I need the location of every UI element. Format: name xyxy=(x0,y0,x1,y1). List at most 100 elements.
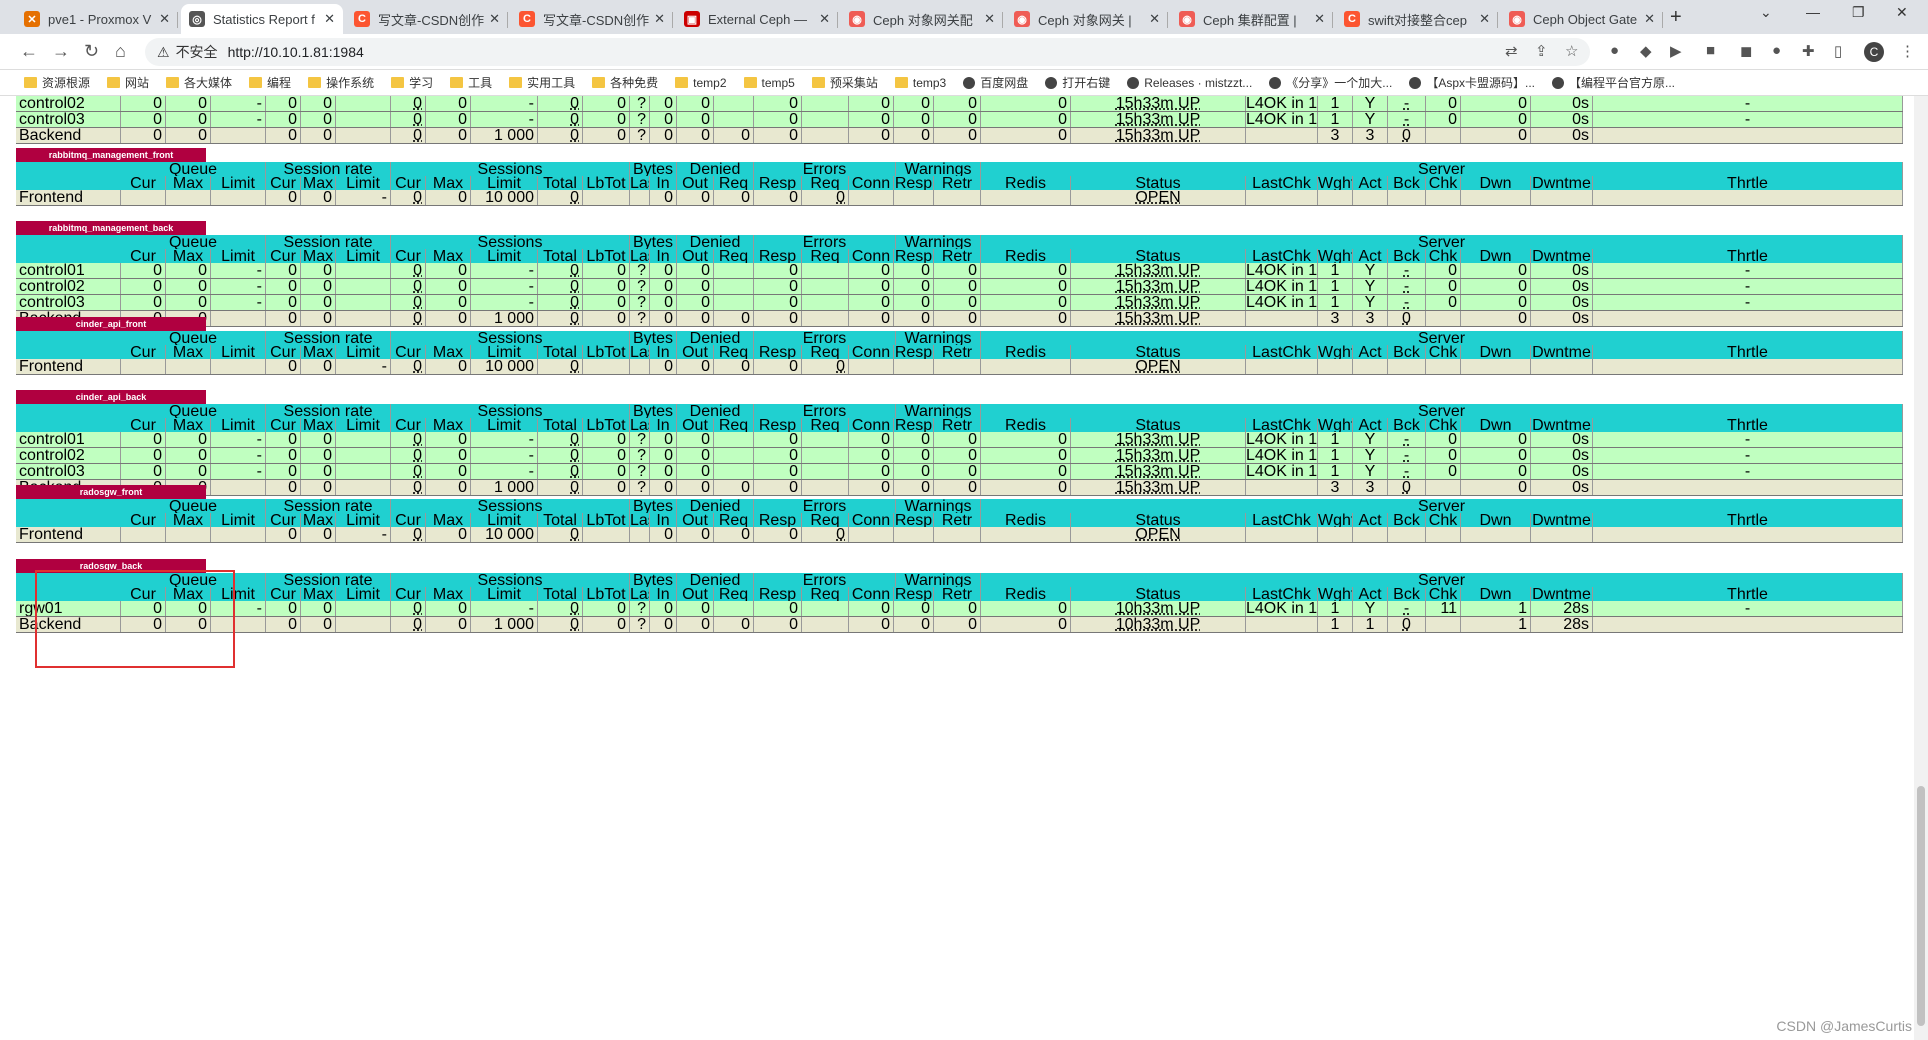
tab-6[interactable]: ◉ Ceph 对象网关 | ✕ xyxy=(1006,4,1168,34)
tab-9[interactable]: ◉ Ceph Object Gate ✕ xyxy=(1501,4,1663,34)
menu-icon[interactable]: ⋮ xyxy=(1900,42,1915,60)
close-icon[interactable]: ✕ xyxy=(324,11,335,27)
table-cell: 15h33m UP xyxy=(1071,279,1246,294)
bookmark-item[interactable]: 网站 xyxy=(107,74,149,91)
bookmark-item[interactable]: Releases · mistzzt... xyxy=(1127,76,1252,90)
table-cell xyxy=(714,464,754,479)
bookmark-item[interactable]: 学习 xyxy=(391,74,433,91)
bookmark-item[interactable]: temp2 xyxy=(675,76,727,90)
tab-5[interactable]: ◉ Ceph 对象网关配 ✕ xyxy=(841,4,1003,34)
extension-icon[interactable]: ◼ xyxy=(1740,42,1752,60)
vertical-scrollbar[interactable] xyxy=(1914,96,1928,1040)
minimize-icon[interactable]: — xyxy=(1806,4,1820,20)
bookmark-item[interactable]: temp5 xyxy=(743,76,795,90)
cookie-icon[interactable]: ● xyxy=(1772,42,1781,59)
bookmark-item[interactable]: 百度网盘 xyxy=(963,74,1028,91)
row-name[interactable]: Frontend xyxy=(16,190,121,205)
close-icon[interactable]: ✕ xyxy=(819,11,830,27)
table-cell xyxy=(583,190,630,205)
share-icon[interactable]: ⇪ xyxy=(1535,42,1548,60)
close-icon[interactable]: ✕ xyxy=(654,11,665,27)
extension-icon[interactable]: ● xyxy=(1610,42,1619,59)
table-row: Backend0000001 00000?0000000015h33m UP33… xyxy=(16,128,1903,144)
row-name[interactable]: control02 xyxy=(16,279,121,294)
table-cell: ? xyxy=(630,96,650,111)
table-cell: 1 xyxy=(1318,617,1353,632)
close-icon[interactable]: ✕ xyxy=(1314,11,1325,27)
sidebar-icon[interactable]: ▯ xyxy=(1834,42,1842,60)
chevron-down-icon[interactable]: ⌄ xyxy=(1760,4,1772,21)
bookmark-item[interactable]: 【Aspx卡盟源码】... xyxy=(1409,74,1535,91)
bookmark-item[interactable]: 资源根源 xyxy=(24,74,90,91)
tab-2[interactable]: C 写文章-CSDN创作 ✕ xyxy=(346,4,508,34)
tab-4[interactable]: ▣ External Ceph — ✕ xyxy=(676,4,838,34)
row-name[interactable]: control01 xyxy=(16,432,121,447)
table-cell: 0 xyxy=(266,432,301,447)
table-cell xyxy=(1388,190,1426,205)
close-icon[interactable]: ✕ xyxy=(489,11,500,27)
close-icon[interactable]: ✕ xyxy=(1149,11,1160,27)
close-icon[interactable]: ✕ xyxy=(1644,11,1655,27)
bookmark-item[interactable]: 编程 xyxy=(249,74,291,91)
row-name[interactable]: control01 xyxy=(16,263,121,278)
table-cell xyxy=(166,190,211,205)
bookmark-item[interactable]: 各大媒体 xyxy=(166,74,232,91)
table-cell xyxy=(714,279,754,294)
new-tab-icon[interactable]: + xyxy=(1670,6,1682,29)
table-cell: 0 xyxy=(121,295,166,310)
back-icon[interactable]: ← xyxy=(20,41,38,62)
close-icon[interactable]: ✕ xyxy=(159,11,170,27)
translate-icon[interactable]: ⇄ xyxy=(1505,42,1518,60)
close-icon[interactable]: ✕ xyxy=(1479,11,1490,27)
close-icon[interactable]: ✕ xyxy=(984,11,995,27)
table-cell: Y xyxy=(1353,432,1388,447)
shield-icon[interactable]: ■ xyxy=(1706,42,1715,59)
play-icon[interactable]: ▶ xyxy=(1670,42,1682,60)
row-name[interactable]: control03 xyxy=(16,464,121,479)
close-window-icon[interactable]: ✕ xyxy=(1896,4,1908,21)
avatar[interactable]: C xyxy=(1864,42,1884,62)
table-cell: 0 xyxy=(301,190,336,205)
row-name[interactable]: Frontend xyxy=(16,527,121,542)
column-header: Cur xyxy=(391,176,426,191)
row-name[interactable]: Frontend xyxy=(16,359,121,374)
table-cell: OPEN xyxy=(1071,359,1246,374)
reload-icon[interactable]: ↻ xyxy=(84,41,99,62)
tab-7[interactable]: ◉ Ceph 集群配置 | ✕ xyxy=(1171,4,1333,34)
forward-icon[interactable]: → xyxy=(52,41,70,62)
url-text[interactable]: http://10.10.1.81:1984 xyxy=(228,44,364,60)
bookmark-star-icon[interactable]: ☆ xyxy=(1565,42,1578,60)
column-header: LastChk xyxy=(1246,176,1318,191)
row-name[interactable]: Backend xyxy=(16,128,121,143)
bookmark-item[interactable]: 打开右键 xyxy=(1045,74,1110,91)
scrollbar-thumb[interactable] xyxy=(1917,786,1925,1026)
table-cell xyxy=(802,448,849,463)
row-name[interactable]: control02 xyxy=(16,448,121,463)
maximize-icon[interactable]: ❐ xyxy=(1852,4,1865,21)
table-cell: 0 xyxy=(583,128,630,143)
row-name[interactable]: control03 xyxy=(16,295,121,310)
extension-icon[interactable]: ◆ xyxy=(1640,42,1652,60)
bookmark-item[interactable]: 【编程平台官方原... xyxy=(1552,74,1675,91)
tab-8[interactable]: Cswift对接整合cep ✕ xyxy=(1336,4,1498,34)
puzzle-icon[interactable]: ✚ xyxy=(1802,42,1815,60)
column-header: LbTot xyxy=(583,513,630,528)
tab-3[interactable]: C 写文章-CSDN创作 ✕ xyxy=(511,4,673,34)
bookmark-item[interactable]: temp3 xyxy=(894,76,946,90)
row-name[interactable]: control03 xyxy=(16,112,121,127)
bookmark-item[interactable]: 预采集站 xyxy=(811,74,878,91)
address-bar[interactable]: ⚠ 不安全 http://10.10.1.81:1984 xyxy=(145,38,1590,66)
column-header: Wght xyxy=(1318,345,1353,360)
row-name[interactable]: control02 xyxy=(16,96,121,111)
bookmark-item[interactable]: 实用工具 xyxy=(509,74,575,91)
bookmark-item[interactable]: 《分享》一个加大... xyxy=(1269,74,1392,91)
tab-1[interactable]: ◎ Statistics Report f ✕ xyxy=(181,4,343,34)
tab-0[interactable]: ✕ pve1 - Proxmox V ✕ xyxy=(16,4,178,34)
group-header: Bytes xyxy=(630,235,677,250)
table-cell: 0 xyxy=(849,128,894,143)
bookmark-item[interactable]: 操作系统 xyxy=(308,74,374,91)
tab-label: 写文章-CSDN创作 xyxy=(543,12,650,28)
bookmark-item[interactable]: 工具 xyxy=(450,74,492,91)
bookmark-item[interactable]: 各种免费 xyxy=(592,74,658,91)
home-icon[interactable]: ⌂ xyxy=(115,41,126,62)
